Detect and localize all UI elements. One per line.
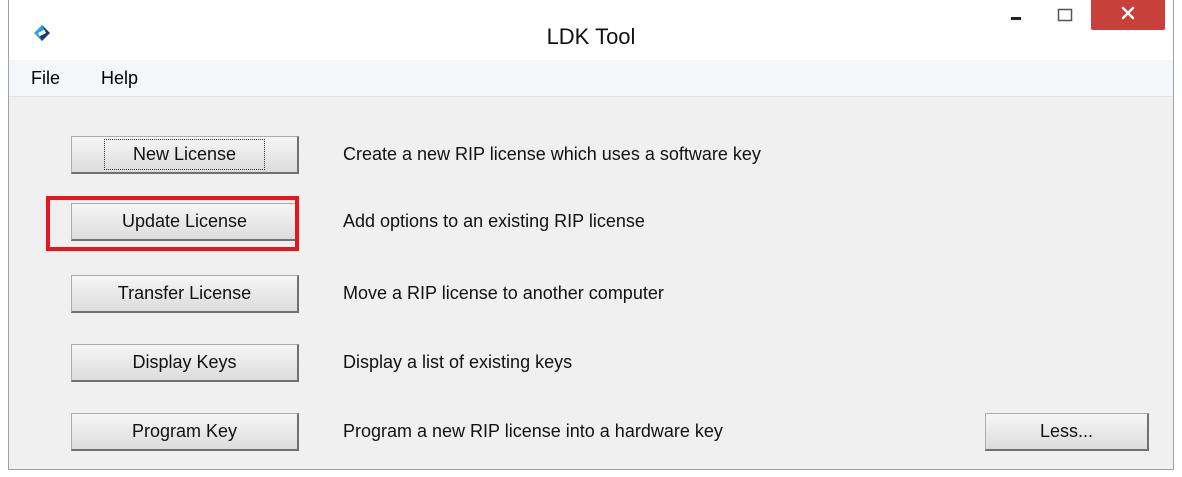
update-license-description: Add options to an existing RIP license bbox=[343, 211, 645, 231]
title-bar[interactable]: LDK Tool bbox=[9, 0, 1173, 60]
transfer-license-description: Move a RIP license to another computer bbox=[343, 283, 664, 303]
main-content: New License Create a new RIP license whi… bbox=[9, 97, 1173, 469]
less-button[interactable]: Less... bbox=[985, 413, 1149, 451]
minimize-icon bbox=[1008, 7, 1024, 28]
program-key-description: Program a new RIP license into a hardwar… bbox=[343, 421, 723, 441]
new-license-description: Create a new RIP license which uses a so… bbox=[343, 144, 761, 164]
program-key-label: Program Key bbox=[131, 421, 238, 441]
minimize-button[interactable] bbox=[992, 0, 1040, 34]
display-keys-button[interactable]: Display Keys bbox=[71, 344, 299, 382]
maximize-icon bbox=[1056, 6, 1074, 29]
close-button[interactable] bbox=[1091, 0, 1165, 30]
update-license-highlight bbox=[46, 196, 299, 251]
new-license-label: New License bbox=[103, 139, 266, 170]
display-keys-description: Display a list of existing keys bbox=[343, 352, 573, 372]
menu-bar: File Help bbox=[9, 60, 1173, 97]
menu-file[interactable]: File bbox=[31, 68, 60, 89]
close-icon bbox=[1120, 5, 1136, 26]
display-keys-label: Display Keys bbox=[132, 352, 237, 372]
ldk-tool-window: LDK Tool File Help New License Create a … bbox=[8, 0, 1174, 470]
new-license-button[interactable]: New License bbox=[71, 136, 299, 174]
menu-help[interactable]: Help bbox=[101, 68, 138, 89]
maximize-button[interactable] bbox=[1041, 0, 1089, 34]
transfer-license-label: Transfer License bbox=[117, 283, 252, 303]
less-label: Less... bbox=[1039, 421, 1094, 441]
transfer-license-button[interactable]: Transfer License bbox=[71, 275, 299, 313]
program-key-button[interactable]: Program Key bbox=[71, 413, 299, 451]
